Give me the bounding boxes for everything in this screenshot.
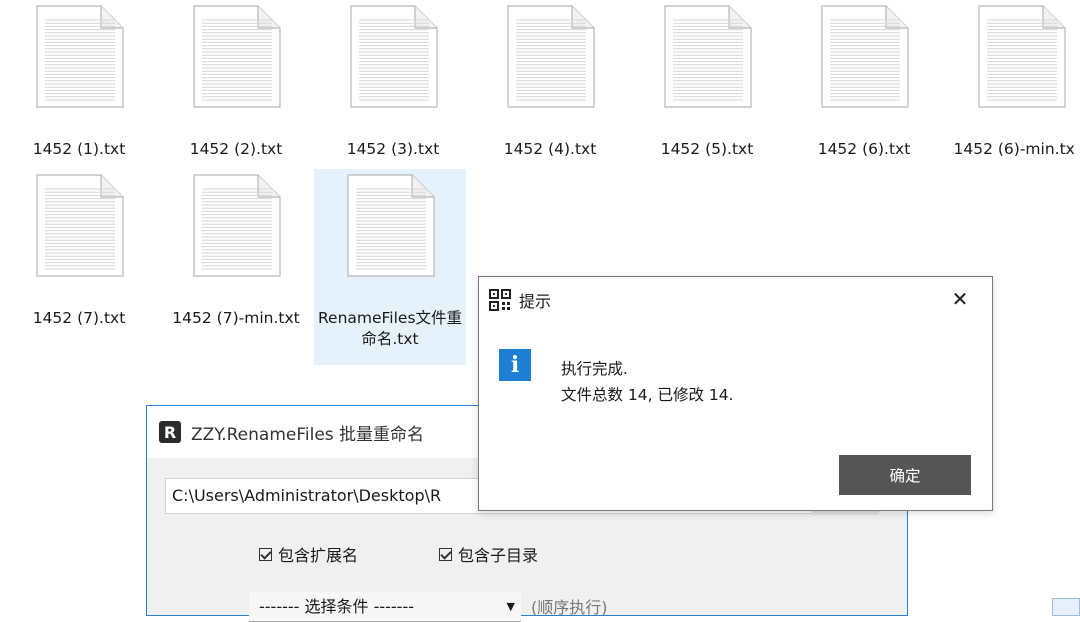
file-item[interactable]: 1452 (2).txt	[160, 0, 312, 196]
include-extension-checkbox[interactable]: 包含扩展名	[259, 542, 358, 566]
text-file-icon	[500, 4, 600, 109]
file-name: 1452 (5).txt	[632, 139, 782, 160]
text-file-icon	[186, 4, 286, 109]
file-item[interactable]: 1452 (4).txt	[474, 0, 626, 196]
window-title: ZZY.RenameFiles 批量重命名	[191, 420, 424, 445]
chevron-down-icon: ▼	[507, 592, 515, 622]
text-file-icon	[657, 4, 757, 109]
text-file-icon	[29, 4, 129, 109]
file-name: 1452 (6).txt	[789, 139, 939, 160]
file-item[interactable]: 1452 (5).txt	[631, 0, 783, 196]
include-subdir-checkbox[interactable]: 包含子目录	[439, 542, 538, 566]
taskbar-thumbnail-icon[interactable]	[1052, 598, 1080, 616]
condition-select[interactable]: ------- 选择条件 ------- ▼	[249, 592, 521, 622]
file-name: 1452 (7).txt	[4, 308, 154, 329]
file-name: RenameFiles文件重命名.txt	[315, 308, 465, 350]
file-name: 1452 (3).txt	[318, 139, 468, 160]
dialog-message-line1: 执行完成.	[561, 357, 628, 379]
condition-select-value: ------- 选择条件 -------	[259, 597, 414, 616]
file-item[interactable]: 1452 (3).txt	[317, 0, 469, 196]
text-file-icon	[29, 173, 129, 278]
file-name: 1452 (6)-min.tx	[954, 139, 1080, 160]
text-file-icon	[340, 173, 440, 278]
app-logo-icon: R	[159, 421, 181, 443]
checkbox-checked-icon	[439, 548, 452, 561]
order-label: (顺序执行)	[531, 594, 608, 618]
file-item[interactable]: 1452 (7)-min.txt	[160, 169, 312, 365]
dialog-message-line2: 文件总数 14, 已修改 14.	[561, 383, 734, 405]
file-name: 1452 (1).txt	[4, 139, 154, 160]
file-name: 1452 (7)-min.txt	[161, 308, 311, 329]
file-item[interactable]: 1452 (1).txt	[3, 0, 155, 196]
text-file-icon	[971, 4, 1071, 109]
dialog-titlebar[interactable]: 提示 ✕	[479, 277, 992, 323]
file-name: 1452 (4).txt	[475, 139, 625, 160]
file-name: 1452 (2).txt	[161, 139, 311, 160]
file-item[interactable]: 1452 (6).txt	[788, 0, 940, 196]
file-item[interactable]: 1452 (7).txt	[3, 169, 155, 365]
ok-button[interactable]: 确定	[839, 455, 971, 495]
text-file-icon	[186, 173, 286, 278]
include-extension-label: 包含扩展名	[278, 542, 358, 566]
text-file-icon	[343, 4, 443, 109]
qr-code-icon	[489, 289, 511, 311]
dialog-title: 提示	[519, 288, 551, 312]
text-file-icon	[814, 4, 914, 109]
message-dialog[interactable]: 提示 ✕ i 执行完成. 文件总数 14, 已修改 14. 确定	[478, 276, 993, 511]
file-item[interactable]: 1452 (6)-min.tx	[945, 0, 1080, 196]
include-subdir-label: 包含子目录	[458, 542, 538, 566]
close-icon[interactable]: ✕	[948, 287, 972, 311]
file-item[interactable]: RenameFiles文件重命名.txt	[314, 169, 466, 365]
info-icon: i	[499, 349, 531, 381]
checkbox-checked-icon	[259, 548, 272, 561]
